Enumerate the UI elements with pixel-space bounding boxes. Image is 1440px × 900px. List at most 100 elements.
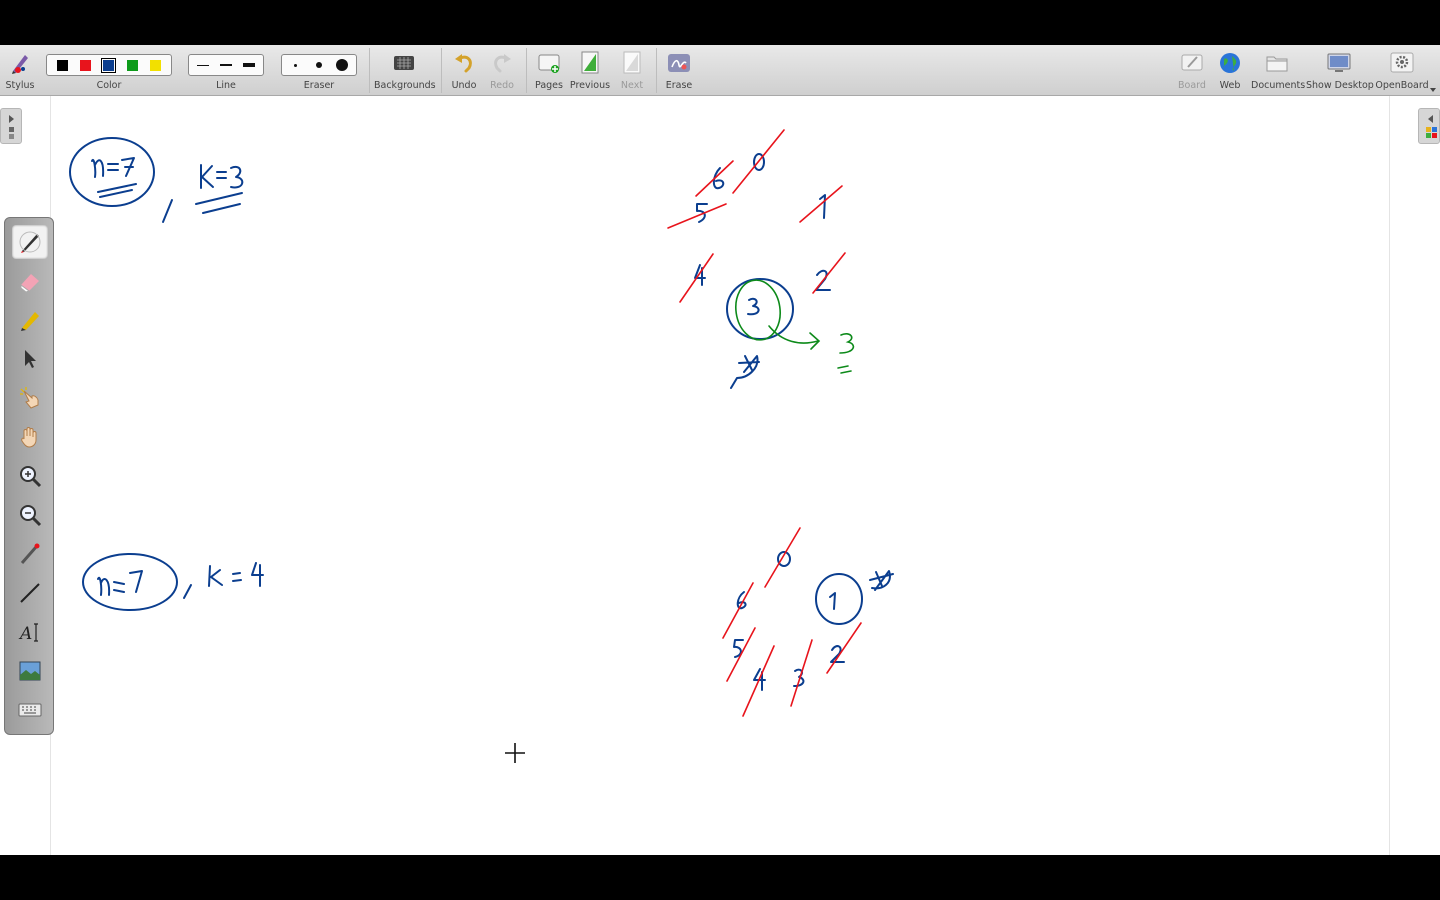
capture-icon: [19, 661, 41, 681]
ink-digit-3: [747, 297, 760, 316]
eraser-icon: [20, 274, 39, 293]
board-button[interactable]: Board: [1173, 45, 1211, 96]
erase-button[interactable]: Erase: [660, 45, 698, 96]
interactor-tool-button[interactable]: [12, 381, 48, 415]
pages-label: Pages: [535, 80, 563, 91]
undo-icon: [452, 51, 476, 75]
line-tool-button[interactable]: [12, 576, 48, 610]
eraser-medium-button[interactable]: [308, 56, 330, 74]
eraser-sizes: [281, 54, 357, 76]
redo-label: Redo: [490, 80, 514, 91]
main-toolbar: Stylus Color Line Eraser Backgrounds Und…: [0, 45, 1440, 96]
ink-underline: [195, 192, 243, 214]
capture-tool-button[interactable]: [12, 654, 48, 688]
board-label: Board: [1178, 80, 1206, 91]
pen-icon: [19, 231, 41, 253]
backgrounds-label: Backgrounds: [374, 80, 436, 91]
ink-digit-1: [829, 592, 836, 610]
web-button[interactable]: Web: [1212, 45, 1248, 96]
ink-digit-1: [819, 194, 826, 219]
previous-button[interactable]: Previous: [569, 45, 611, 96]
laser-pointer-tool-button[interactable]: [12, 537, 48, 571]
ink-comma: [183, 584, 192, 599]
pages-button[interactable]: Pages: [531, 45, 567, 96]
ink-strike: [826, 622, 862, 674]
ink-circle: [815, 573, 863, 625]
selector-tool-button[interactable]: [12, 342, 48, 376]
hand-icon: [21, 427, 37, 448]
show-desktop-button[interactable]: Show Desktop: [1306, 45, 1374, 96]
ink-underline: [97, 183, 137, 198]
ink-strike: [726, 627, 756, 682]
line-thick-button[interactable]: [238, 56, 260, 74]
undo-button[interactable]: Undo: [446, 45, 482, 96]
ink-text-n-equals-7: [91, 157, 135, 178]
text-tool-button[interactable]: A: [12, 615, 48, 649]
line-medium-button[interactable]: [215, 56, 237, 74]
documents-button[interactable]: Documents: [1251, 45, 1305, 96]
redo-button[interactable]: Redo: [484, 45, 520, 96]
openboard-menu-button[interactable]: OpenBoard: [1374, 45, 1436, 96]
top-letterbox: [0, 0, 1440, 45]
web-label: Web: [1219, 80, 1241, 91]
next-button[interactable]: Next: [614, 45, 650, 96]
left-panel-toggle[interactable]: [0, 108, 22, 144]
ink-digit-2: [830, 645, 845, 663]
eraser-group: Eraser: [281, 45, 357, 96]
eraser-small-button[interactable]: [285, 56, 307, 74]
folder-icon: [1265, 51, 1289, 75]
ink-strike: [732, 129, 785, 194]
crosshair-cursor-icon: [505, 743, 525, 763]
eraser-large-button[interactable]: [331, 56, 353, 74]
next-label: Next: [620, 80, 644, 91]
ink-comma: [162, 199, 173, 223]
ink-text-n-equals-7: [97, 570, 143, 596]
line-label: Line: [216, 80, 236, 91]
library-icon: [1426, 115, 1437, 138]
eraser-label: Eraser: [303, 80, 335, 91]
zoom-in-tool-button[interactable]: [12, 459, 48, 493]
color-group: Color: [46, 45, 172, 96]
ink-green-annotation: [735, 279, 855, 374]
ink-text-k-equals-3: [200, 164, 244, 189]
line-icon: [20, 583, 40, 603]
marker-tool-button[interactable]: [12, 303, 48, 337]
separator: [441, 48, 442, 93]
hand-tool-button[interactable]: [12, 420, 48, 454]
zoom-in-icon: [20, 466, 42, 488]
color-yellow-swatch[interactable]: [149, 59, 161, 71]
ink-circle: [69, 137, 155, 207]
bottom-letterbox: [0, 855, 1440, 900]
ink-circle: [726, 278, 794, 340]
separator: [526, 48, 527, 93]
ink-digit-8: [730, 355, 760, 389]
right-panel-toggle[interactable]: [1418, 108, 1440, 144]
stylus-label: Stylus: [5, 80, 35, 91]
expand-right-icon: [9, 115, 14, 139]
line-thin-button[interactable]: [192, 56, 214, 74]
svg-text:A: A: [18, 624, 32, 644]
globe-icon: [1218, 51, 1242, 75]
stylus-button[interactable]: Stylus: [2, 45, 38, 96]
backgrounds-button[interactable]: Backgrounds: [374, 45, 436, 96]
color-green-swatch[interactable]: [126, 59, 138, 71]
keyboard-icon: [18, 703, 42, 717]
color-blue-swatch[interactable]: [101, 57, 117, 73]
color-label: Color: [96, 80, 122, 91]
color-red-swatch[interactable]: [80, 59, 92, 71]
zoom-out-tool-button[interactable]: [12, 498, 48, 532]
ink-strike: [722, 582, 754, 639]
virtual-keyboard-button[interactable]: [12, 693, 48, 727]
color-swatches: [46, 54, 172, 76]
ink-strike: [799, 185, 843, 223]
ink-text-k-equals-4: [208, 562, 264, 587]
redo-icon: [490, 51, 514, 75]
pen-tool-button[interactable]: [12, 225, 48, 259]
eraser-tool-button[interactable]: [12, 264, 48, 298]
marker-icon: [21, 312, 39, 331]
previous-label: Previous: [569, 80, 611, 91]
interactor-icon: [20, 387, 39, 409]
board-ink-drawing: [69, 129, 894, 717]
color-black-swatch[interactable]: [57, 59, 69, 71]
laser-pointer-icon: [20, 543, 40, 564]
